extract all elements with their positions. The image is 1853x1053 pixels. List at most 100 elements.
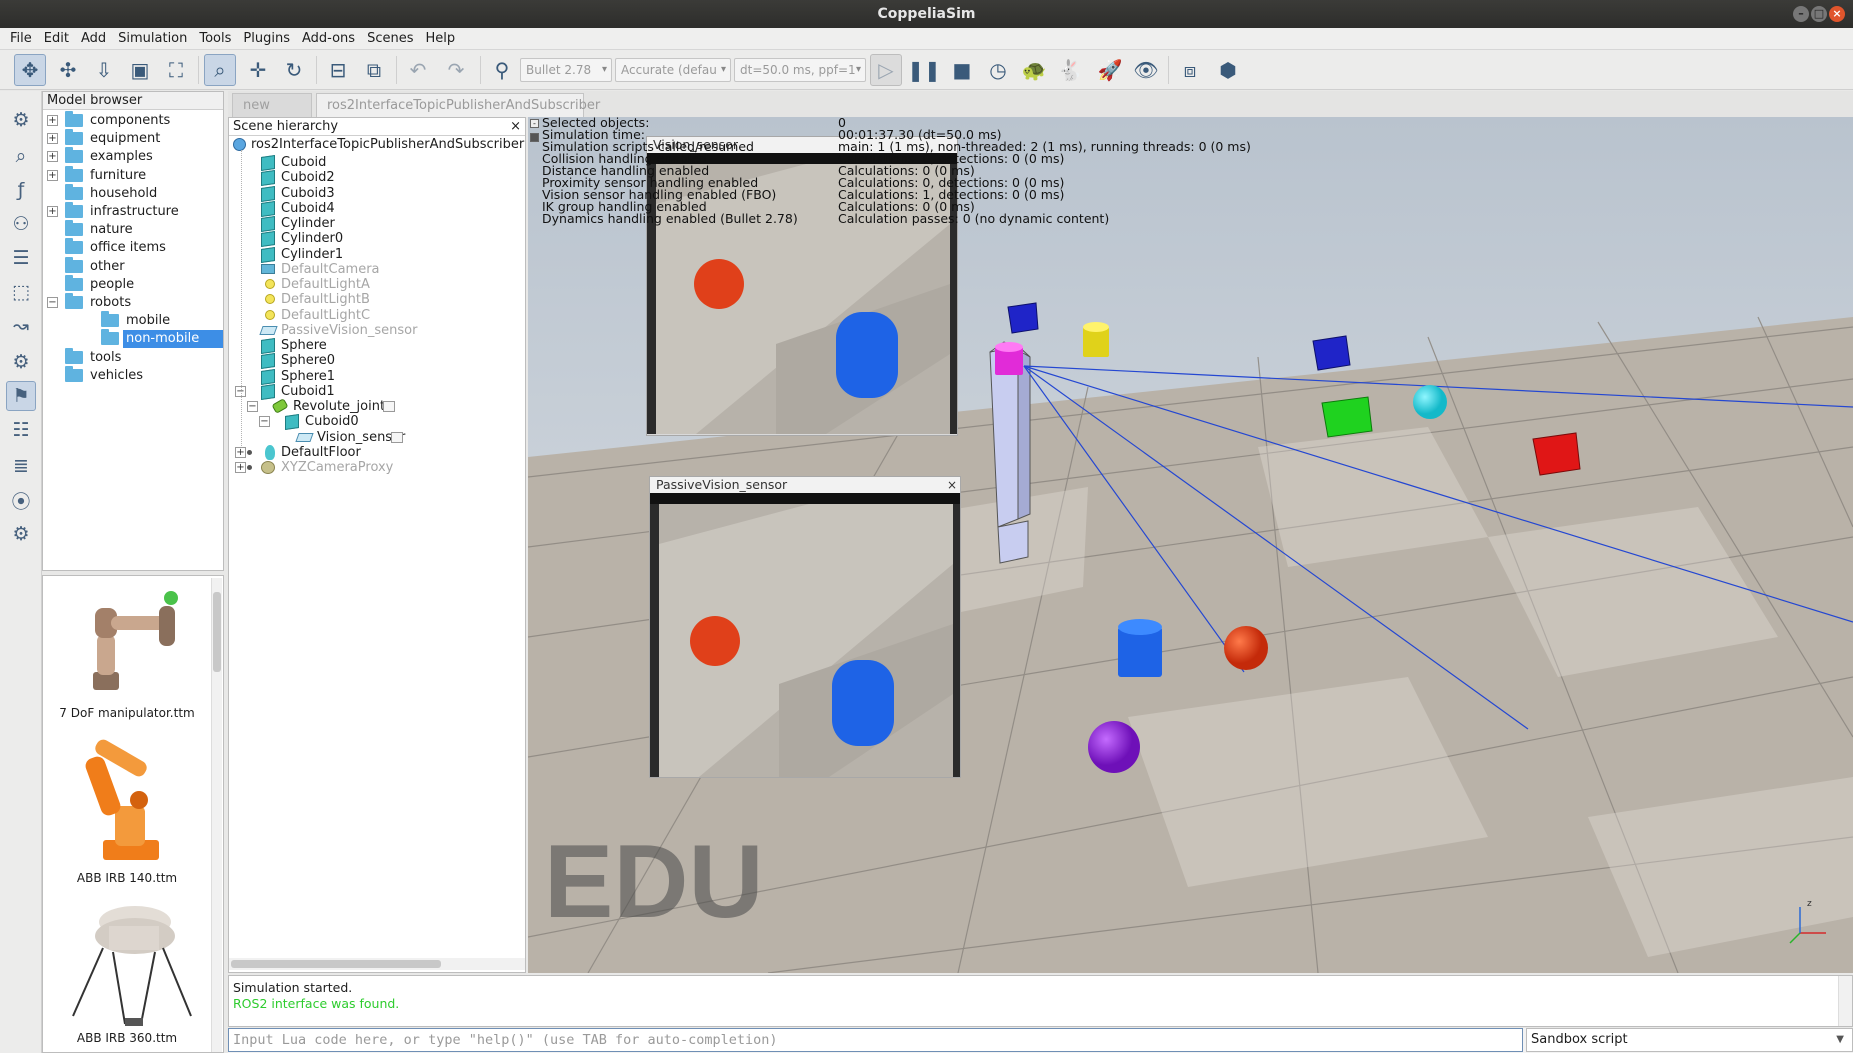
info-toggle-icon[interactable] [530,133,539,142]
scene-viewport[interactable]: EDU z Vision_sensor PassiveVision_sensor [528,117,1853,973]
menu-simulation[interactable]: Simulation [112,28,193,50]
model-folder-2[interactable]: + examples [43,147,223,166]
hierarchy-hscrollbar[interactable] [229,958,525,970]
menu-help[interactable]: Help [419,28,461,50]
tab-new-scene[interactable]: new scene [232,93,312,137]
script-icon[interactable] [383,401,395,412]
undo-icon[interactable]: ↶ [402,54,434,86]
camera-rotate-icon[interactable]: ✣ [52,54,84,86]
console-line-2: ROS2 interface was found. [233,996,400,1011]
camera-shift-icon[interactable]: ⇩ [88,54,120,86]
tab-ros2-scene[interactable]: ros2InterfaceTopicPublisherAndSubscriber [316,93,600,117]
pause-icon[interactable]: ❚❚ [907,54,941,86]
physics-engine-select[interactable]: Bullet 2.78 [520,58,612,82]
hierarchy-item[interactable]: + XYZCameraProxy [229,459,525,477]
model-browser-icon[interactable]: ⚑ [6,381,36,411]
redo-icon[interactable]: ↷ [440,54,472,86]
expand-toggle-icon[interactable]: + [235,462,246,473]
model-thumb-irb140[interactable] [63,736,203,866]
model-folder-12[interactable]: non-mobile [43,329,223,349]
console-scrollbar[interactable] [1838,976,1852,1026]
fx-icon[interactable]: ƒ [6,175,36,205]
expand-toggle-icon[interactable]: + [47,115,58,126]
faster-icon[interactable]: 🐇 [1054,54,1086,86]
menu-scenes[interactable]: Scenes [361,28,419,50]
info-collapse-icon[interactable]: - [530,119,539,128]
click-select-icon[interactable]: ⌕ [204,54,236,86]
page-selector-icon[interactable]: ⧈ [1174,54,1206,86]
model-folder-8[interactable]: other [43,256,223,276]
lua-command-input[interactable]: Input Lua code here, or type "help()" (u… [228,1028,1523,1052]
model-folder-7[interactable]: office items [43,238,223,257]
menu-tools[interactable]: Tools [193,28,237,50]
camera-pan-icon[interactable]: ✥ [14,54,46,86]
layers-icon[interactable]: ≣ [6,451,36,481]
model-folder-5[interactable]: + infrastructure [43,202,223,221]
expand-toggle-icon[interactable]: + [47,133,58,145]
model-folder-13[interactable]: tools [43,347,223,367]
model-folder-0[interactable]: + components [43,111,223,130]
info-value: Calculation passes: 0 (no dynamic conten… [838,211,1110,226]
selection-icon[interactable]: ⚙ [6,347,36,377]
expand-toggle-icon[interactable]: − [47,297,58,308]
stop-icon[interactable]: ■ [946,54,978,86]
model-thumb-irb360[interactable] [63,896,203,1036]
model-folder-11[interactable]: mobile [43,311,223,330]
object-properties-icon[interactable]: ⚙ [6,105,36,135]
scene-selector-icon[interactable]: ⬢ [1212,54,1244,86]
menu-add-ons[interactable]: Add-ons [296,28,361,50]
model-folder-6[interactable]: nature [43,220,223,239]
passive-vision-sensor-view[interactable]: PassiveVision_sensor × [649,476,961,778]
object-shift-icon[interactable]: ✛ [242,54,274,86]
collections-icon[interactable]: ⚇ [6,209,36,239]
folder-label: vehicles [90,367,144,383]
expand-toggle-icon[interactable]: + [235,446,246,458]
calculation-modules-icon[interactable]: ⌕ [6,141,36,171]
app-window: CoppeliaSim – □ × File Edit Add Simulation T… [0,0,1853,1053]
maximize-button[interactable]: □ [1811,6,1827,22]
model-folder-1[interactable]: + equipment [43,129,223,148]
model-folder-9[interactable]: people [43,274,223,294]
model-folder-14[interactable]: vehicles [43,365,223,385]
expand-toggle-icon[interactable]: + [47,169,58,181]
visualization-icon[interactable]: 👁 [1130,54,1162,86]
slower-icon[interactable]: 🐢 [1018,54,1050,86]
script-icon[interactable] [391,431,403,443]
minimize-button[interactable]: – [1793,6,1809,22]
passive-view-close-icon[interactable]: × [947,477,957,493]
menu-edit[interactable]: Edit [38,28,75,50]
camera-angle-icon[interactable]: ▣ [124,54,156,86]
thread-rendering-icon[interactable]: 🚀 [1094,54,1126,86]
play-icon[interactable]: ▷ [870,54,902,86]
close-button[interactable]: × [1829,6,1845,22]
model-folder-4[interactable]: household [43,183,223,203]
accuracy-select[interactable]: Accurate (defau [615,58,731,82]
expand-toggle-icon[interactable]: − [259,416,270,428]
timestep-select[interactable]: dt=50.0 ms, ppf=1 [734,58,866,82]
expand-toggle-icon[interactable]: + [47,206,58,217]
user-settings-icon[interactable]: ⚙ [6,519,36,549]
path-edit-icon[interactable]: ↝ [6,311,36,341]
model-folder-3[interactable]: + furniture [43,165,223,185]
thumbnails-scrollbar[interactable] [211,578,222,1052]
model-folder-10[interactable]: − robots [43,293,223,312]
scripts-icon[interactable]: ☰ [6,243,36,273]
transfer-dna-icon[interactable]: ⧉ [358,54,390,86]
script-selector[interactable]: Sandbox script ▼ [1526,1028,1853,1052]
realtime-icon[interactable]: ◷ [982,54,1014,86]
scene-hierarchy-icon[interactable]: ☷ [6,415,36,445]
menu-add[interactable]: Add [75,28,112,50]
model-thumb-7dof[interactable] [63,580,203,700]
expand-toggle-icon[interactable]: − [247,401,258,412]
menu-plugins[interactable]: Plugins [237,28,296,50]
dynamics-icon[interactable]: ⚲ [486,54,518,86]
shape-edit-icon[interactable]: ⬚ [6,277,36,307]
passive-vision-sensor-title: PassiveVision_sensor × [650,477,960,493]
video-recorder-icon[interactable]: ⦿ [6,485,36,515]
hierarchy-close-icon[interactable]: × [510,118,521,136]
assemble-icon[interactable]: ⊟ [322,54,354,86]
expand-toggle-icon[interactable]: + [47,151,58,163]
menu-file[interactable]: File [0,28,38,50]
fit-to-view-icon[interactable]: ⛶ [160,54,192,86]
object-rotate-icon[interactable]: ↻ [278,54,310,86]
